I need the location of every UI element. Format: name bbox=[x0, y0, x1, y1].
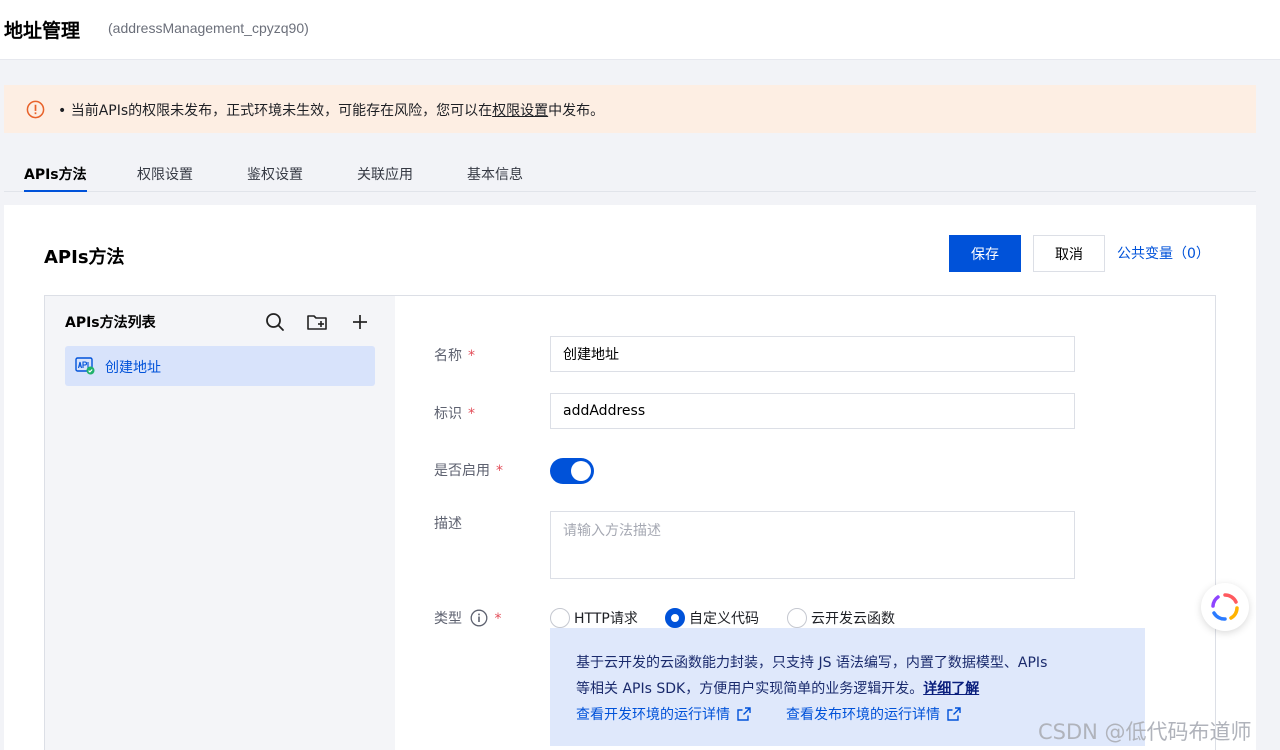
enabled-label: 是否启用 * bbox=[434, 463, 503, 479]
tab-auth-settings[interactable]: 鉴权设置 bbox=[247, 164, 303, 184]
page-subtitle: (addressManagement_cpyzq90) bbox=[108, 20, 309, 36]
dev-env-details-link[interactable]: 查看开发环境的运行详情 bbox=[576, 704, 752, 724]
add-icon[interactable] bbox=[348, 310, 372, 334]
method-list-sidebar: APIs方法列表 创建地址 bbox=[45, 296, 395, 750]
name-input[interactable] bbox=[550, 336, 1075, 372]
tab-apis-methods[interactable]: APIs方法 bbox=[24, 164, 87, 192]
method-list-item-label: 创建地址 bbox=[105, 360, 161, 376]
search-icon[interactable] bbox=[263, 310, 287, 334]
prod-env-details-link[interactable]: 查看发布环境的运行详情 bbox=[786, 704, 962, 724]
info-icon[interactable] bbox=[470, 609, 488, 627]
identifier-label: 标识 * bbox=[434, 406, 475, 422]
tab-permission-settings[interactable]: 权限设置 bbox=[137, 164, 193, 184]
radio-circle bbox=[787, 608, 807, 628]
permission-settings-link[interactable]: 权限设置 bbox=[492, 103, 548, 119]
description-textarea[interactable] bbox=[550, 511, 1075, 579]
method-editor-panel: APIs方法列表 创建地址 名称 * 创建地址 标识 * addAddress … bbox=[44, 295, 1216, 750]
identifier-input[interactable] bbox=[550, 393, 1075, 429]
enabled-toggle[interactable] bbox=[550, 458, 594, 484]
top-bar: 地址管理 (addressManagement_cpyzq90) bbox=[0, 0, 1280, 60]
tab-linked-apps[interactable]: 关联应用 bbox=[357, 164, 413, 184]
warning-icon bbox=[26, 100, 45, 119]
alert-text: • 当前APIs的权限未发布，正式环境未生效，可能存在风险，您可以在权限设置中发… bbox=[58, 103, 605, 119]
assistant-logo-icon bbox=[1211, 593, 1239, 621]
external-link-icon bbox=[737, 707, 751, 721]
save-button[interactable]: 保存 bbox=[949, 235, 1021, 272]
method-list-item[interactable]: 创建地址 bbox=[65, 346, 375, 386]
api-method-icon bbox=[75, 357, 95, 375]
watermark: CSDN @低代码布道师 bbox=[1038, 720, 1252, 744]
description-label: 描述 bbox=[434, 516, 462, 532]
learn-more-link[interactable]: 详细了解 bbox=[923, 681, 979, 697]
info-line-1: 基于云开发的云函数能力封装，只支持 JS 语法编写，内置了数据模型、APIs bbox=[576, 655, 1048, 671]
page-title: 地址管理 bbox=[4, 20, 81, 42]
permission-alert: • 当前APIs的权限未发布，正式环境未生效，可能存在风险，您可以在权限设置中发… bbox=[4, 85, 1256, 133]
tab-bar: APIs方法 权限设置 鉴权设置 关联应用 基本信息 bbox=[4, 150, 1256, 192]
method-list-title: APIs方法列表 bbox=[65, 315, 156, 331]
section-title: APIs方法 bbox=[44, 247, 125, 268]
type-label: 类型 * bbox=[434, 609, 502, 627]
info-line-2: 等相关 APIs SDK，方便用户实现简单的业务逻辑开发。详细了解 bbox=[576, 681, 980, 697]
add-folder-icon[interactable] bbox=[305, 310, 329, 334]
public-variables-link[interactable]: 公共变量（0） bbox=[1117, 243, 1210, 263]
external-link-icon bbox=[947, 707, 961, 721]
radio-circle bbox=[550, 608, 570, 628]
radio-circle bbox=[665, 608, 685, 628]
tab-basic-info[interactable]: 基本信息 bbox=[467, 164, 523, 184]
cancel-button[interactable]: 取消 bbox=[1033, 235, 1105, 272]
toggle-knob bbox=[571, 461, 591, 481]
assistant-float-button[interactable] bbox=[1201, 583, 1249, 631]
name-label: 名称 * bbox=[434, 348, 475, 364]
main-card: APIs方法 保存 取消 公共变量（0） APIs方法列表 创建地址 名称 * … bbox=[4, 205, 1256, 750]
